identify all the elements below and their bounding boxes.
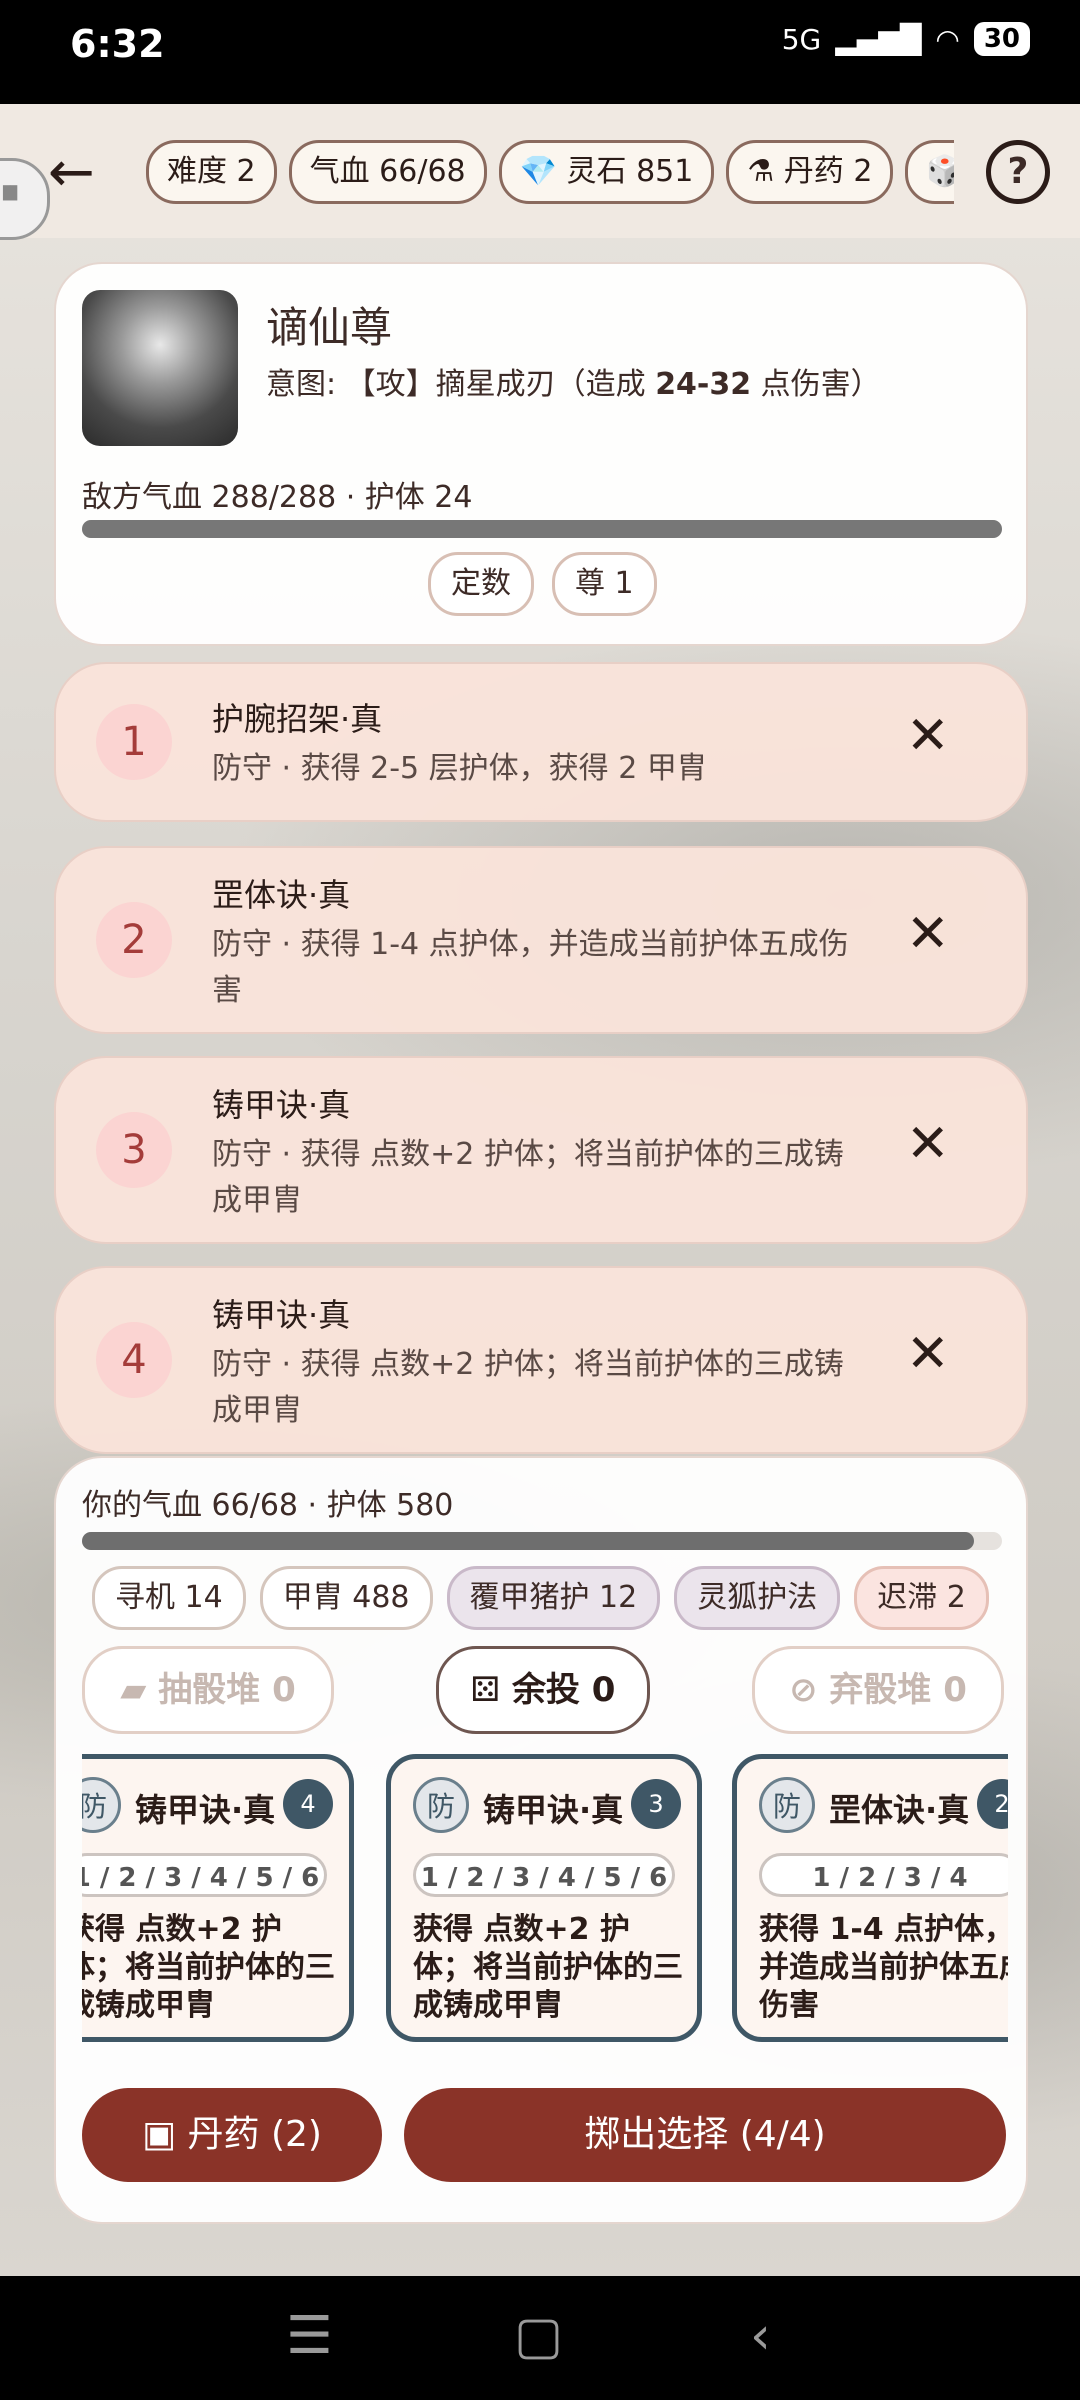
- signal-label: 5G: [781, 22, 822, 56]
- hand-card[interactable]: 防 铸甲诀·真 4 1 / 2 / 3 / 4 / 5 / 6 获得 点数+2 …: [82, 1754, 354, 2042]
- help-icon[interactable]: ?: [986, 140, 1050, 204]
- action-number: 3: [96, 1112, 172, 1188]
- card-name: 铸甲诀·真: [483, 1791, 624, 1829]
- chip-spirit-stone: 💎 灵石 851: [498, 140, 715, 204]
- defense-badge: 防: [82, 1777, 121, 1833]
- buff-chip[interactable]: 迟滞 2: [854, 1566, 989, 1630]
- status-time: 6:32: [70, 22, 165, 66]
- action-number: 1: [96, 704, 172, 780]
- remove-icon[interactable]: ✕: [906, 1324, 950, 1384]
- player-hp-bar: [82, 1532, 1002, 1550]
- hand-card[interactable]: 防 铸甲诀·真 3 1 / 2 / 3 / 4 / 5 / 6 获得 点数+2 …: [386, 1754, 702, 2042]
- dice-faces: 1 / 2 / 3 / 4 / 5 / 6: [82, 1853, 327, 1897]
- remove-icon[interactable]: ✕: [906, 1114, 950, 1174]
- player-hp-text: 你的气血 66/68 · 护体 580: [82, 1488, 454, 1523]
- resource-chips: 难度 2 气血 66/68 💎 灵石 851 ⚗ 丹药 2 🎲 骰: [146, 140, 954, 204]
- buff-row: 寻机 14 甲胄 488 覆甲猪护 12 灵狐护法 迟滞 2: [92, 1566, 1002, 1630]
- home-icon[interactable]: ▢: [514, 2306, 563, 2366]
- discard-icon: ⊘: [789, 1670, 830, 1710]
- hand-dice-cards: 防 铸甲诀·真 4 1 / 2 / 3 / 4 / 5 / 6 获得 点数+2 …: [82, 1754, 1008, 2054]
- action-title: 铸甲诀·真: [212, 1086, 351, 1124]
- draw-pile-icon: ▰: [120, 1670, 159, 1710]
- wifi-icon: ◠: [935, 22, 960, 56]
- roll-selection-button[interactable]: 掷出选择 (4/4): [404, 2088, 1006, 2182]
- buff-chip[interactable]: 灵狐护法: [674, 1566, 841, 1630]
- enemy-tag-fixed: 定数: [428, 552, 534, 616]
- action-number: 2: [96, 902, 172, 978]
- enemy-hp-text: 敌方气血 288/288 · 护体 24: [82, 480, 473, 515]
- chip-difficulty: 难度 2: [146, 140, 277, 204]
- system-nav-bar: ☰ ▢ ‹: [0, 2276, 1080, 2400]
- hand-card[interactable]: 防 罡体诀·真 2 1 / 2 / 3 / 4 获得 1-4 点护体，并造成当前…: [732, 1754, 1008, 2042]
- discard-pile-button[interactable]: ⊘ 弃骰堆 0: [752, 1646, 1004, 1734]
- card-name: 罡体诀·真: [829, 1791, 970, 1829]
- buff-chip[interactable]: 覆甲猪护 12: [446, 1566, 661, 1630]
- dice-icon: ⚄: [470, 1670, 512, 1710]
- potion-cup-icon: ▣: [142, 2114, 188, 2155]
- draw-pile-button[interactable]: ▰ 抽骰堆 0: [82, 1646, 334, 1734]
- remove-icon[interactable]: ✕: [906, 904, 950, 964]
- signal-icon: ▂▄▆█: [835, 22, 922, 56]
- card-name: 铸甲诀·真: [135, 1791, 276, 1829]
- potion-button[interactable]: ▣ 丹药 (2): [82, 2088, 382, 2182]
- remove-icon[interactable]: ✕: [906, 706, 950, 766]
- chip-hp: 气血 66/68: [288, 140, 487, 204]
- card-count: 3: [631, 1779, 681, 1829]
- action-number: 4: [96, 1322, 172, 1398]
- dice-faces: 1 / 2 / 3 / 4: [759, 1853, 1008, 1897]
- card-text: 获得 1-4 点护体，并造成当前护体五成伤害: [759, 1912, 1008, 2023]
- defense-badge: 防: [413, 1777, 469, 1833]
- action-desc: 防守 · 获得 1-4 点护体，并造成当前护体五成伤害: [212, 927, 849, 1008]
- card-count: 4: [283, 1779, 333, 1829]
- card-text: 获得 点数+2 护体；将当前护体的三成铸成甲胄: [413, 1912, 683, 2023]
- menu-icon[interactable]: ☰: [286, 2306, 333, 2366]
- action-title: 铸甲诀·真: [212, 1296, 351, 1334]
- dice-icon: 🎲: [926, 154, 954, 189]
- enemy-tag-rank: 尊 1: [552, 552, 657, 616]
- action-title: 护腕招架·真: [212, 700, 383, 738]
- crystal-icon: 💎: [519, 154, 557, 189]
- selected-action-3[interactable]: 3 铸甲诀·真 防守 · 获得 点数+2 护体；将当前护体的三成铸成甲胄 ✕: [54, 1056, 1028, 1244]
- selected-action-2[interactable]: 2 罡体诀·真 防守 · 获得 1-4 点护体，并造成当前护体五成伤害 ✕: [54, 846, 1028, 1034]
- back-arrow-icon[interactable]: ←: [48, 140, 95, 205]
- selected-action-4[interactable]: 4 铸甲诀·真 防守 · 获得 点数+2 护体；将当前护体的三成铸成甲胄 ✕: [54, 1266, 1028, 1454]
- buff-chip[interactable]: 甲胄 488: [259, 1566, 433, 1630]
- enemy-intent: 意图: 【攻】摘星成刃（造成 24-32 点伤害）: [266, 367, 881, 402]
- enemy-name: 谪仙尊: [266, 303, 393, 352]
- action-desc: 防守 · 获得 点数+2 护体；将当前护体的三成铸成甲胄: [212, 1137, 844, 1218]
- buff-chip[interactable]: 寻机 14: [92, 1566, 246, 1630]
- defense-badge: 防: [759, 1777, 815, 1833]
- potion-icon: ⚗: [747, 154, 775, 189]
- reroll-button[interactable]: ⚄ 余投 0: [436, 1646, 650, 1734]
- selected-action-1[interactable]: 1 护腕招架·真 防守 · 获得 2-5 层护体，获得 2 甲胄 ✕: [54, 662, 1028, 822]
- chip-dice: 🎲 骰: [905, 140, 954, 204]
- card-text: 获得 点数+2 护体；将当前护体的三成铸成甲胄: [82, 1912, 335, 2023]
- chip-potion: ⚗ 丹药 2: [726, 140, 894, 204]
- status-bar: 6:32 5G ▂▄▆█ ◠ 30: [0, 0, 1080, 104]
- dice-faces: 1 / 2 / 3 / 4 / 5 / 6: [413, 1853, 675, 1897]
- action-desc: 防守 · 获得 2-5 层护体，获得 2 甲胄: [212, 751, 707, 786]
- back-icon[interactable]: ‹: [750, 2306, 771, 2366]
- player-panel: 你的气血 66/68 · 护体 580 寻机 14 甲胄 488 覆甲猪护 12…: [54, 1456, 1028, 2224]
- enemy-panel: 谪仙尊 意图: 【攻】摘星成刃（造成 24-32 点伤害） 敌方气血 288/2…: [54, 262, 1028, 646]
- action-desc: 防守 · 获得 点数+2 护体；将当前护体的三成铸成甲胄: [212, 1347, 844, 1428]
- battery-icon: 30: [973, 22, 1030, 56]
- enemy-hp-bar: [82, 520, 1002, 538]
- enemy-portrait: [82, 290, 238, 446]
- card-count: 2: [977, 1779, 1008, 1829]
- action-title: 罡体诀·真: [212, 876, 351, 914]
